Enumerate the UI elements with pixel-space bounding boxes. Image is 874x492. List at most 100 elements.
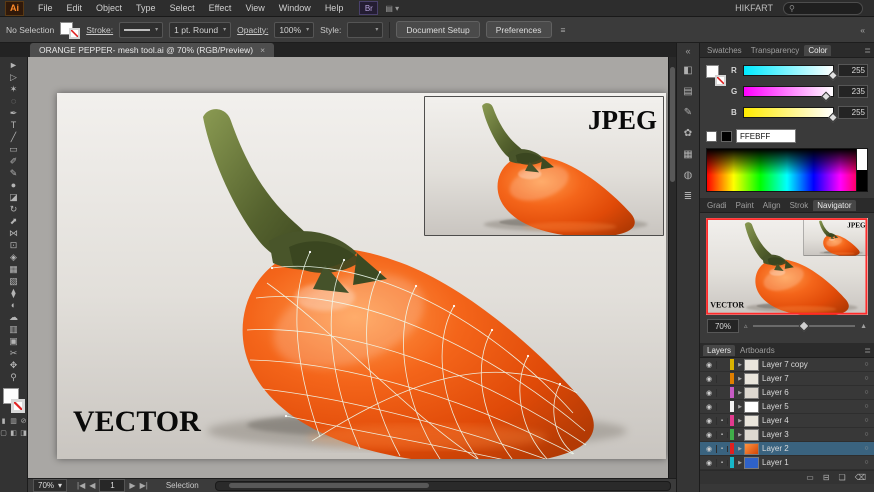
channel-g-knob[interactable] <box>821 92 831 102</box>
artboard-tool[interactable]: ▣ <box>2 335 26 347</box>
opacity-label[interactable]: Opacity: <box>237 25 268 35</box>
pen-tool[interactable]: ✒ <box>2 107 26 119</box>
layer-row-layer-7[interactable]: ◉▶Layer 7○ <box>700 372 874 386</box>
lock-icon[interactable]: ▪ <box>717 460 728 466</box>
zoom-slider-thumb[interactable] <box>798 320 809 331</box>
artboard-number-input[interactable] <box>99 479 125 492</box>
slice-tool[interactable]: ✂ <box>2 347 26 359</box>
menu-item-view[interactable]: View <box>238 3 271 13</box>
rotate-tool[interactable]: ↻ <box>2 203 26 215</box>
white-swatch[interactable] <box>706 131 717 142</box>
lasso-tool[interactable]: ◌ <box>2 95 26 107</box>
last-artboard-button[interactable]: ▶| <box>140 481 148 490</box>
next-artboard-button[interactable]: ▶ <box>129 481 135 490</box>
zoom-dropdown[interactable]: 70% ▾ <box>33 479 67 492</box>
target-circle-icon[interactable]: ○ <box>861 445 872 452</box>
channel-b-slider[interactable] <box>743 107 834 118</box>
delete-layer-icon[interactable]: ⌫ <box>855 473 866 482</box>
zoom-in-icon[interactable]: ▲ <box>860 323 867 330</box>
new-sublayer-icon[interactable]: ⊟ <box>823 473 830 482</box>
visibility-eye-icon[interactable]: ◉ <box>702 431 717 439</box>
dock-links-icon[interactable]: ◍ <box>679 168 697 182</box>
navigator-zoom-value[interactable]: 70% <box>707 319 739 333</box>
target-circle-icon[interactable]: ○ <box>861 403 872 410</box>
shape-builder-tool[interactable]: ◈ <box>2 251 26 263</box>
target-circle-icon[interactable]: ○ <box>861 459 872 466</box>
expand-arrow-icon[interactable]: ▶ <box>736 390 744 396</box>
layer-name[interactable]: Layer 3 <box>762 430 861 439</box>
layer-name[interactable]: Layer 7 <box>762 374 861 383</box>
draw-normal-button[interactable]: ▢ <box>0 429 7 437</box>
illustrator-logo-icon[interactable]: Ai <box>5 1 24 16</box>
document-tab[interactable]: ORANGE PEPPER- mesh tool.ai @ 70% (RGB/P… <box>30 43 274 57</box>
panel-menu-icon[interactable]: ≣ <box>864 46 871 55</box>
search-input[interactable] <box>798 3 857 14</box>
stroke-label[interactable]: Stroke: <box>86 25 113 35</box>
selection-tool[interactable]: ► <box>2 59 26 71</box>
expand-arrow-icon[interactable]: ▶ <box>736 432 744 438</box>
layer-name[interactable]: Layer 5 <box>762 402 861 411</box>
draw-inside-button[interactable]: ◨ <box>20 429 27 437</box>
gradient-tool[interactable]: ▧ <box>2 275 26 287</box>
dock-symbols-icon[interactable]: ✿ <box>679 126 697 140</box>
tab-navigator[interactable]: Navigator <box>813 200 855 211</box>
canvas-area[interactable] <box>28 57 668 478</box>
align-menu-icon[interactable]: ≡ <box>558 25 569 35</box>
tab-swatches[interactable]: Swatches <box>703 45 746 56</box>
opacity-dropdown[interactable]: 100% ▾ <box>274 22 314 38</box>
channel-r-value[interactable]: 255 <box>838 64 868 77</box>
zoom-tool[interactable]: ⚲ <box>2 371 26 383</box>
blob-brush-tool[interactable]: ● <box>2 179 26 191</box>
rectangle-tool[interactable]: ▭ <box>2 143 26 155</box>
expand-arrow-icon[interactable]: ▶ <box>736 404 744 410</box>
lock-icon[interactable]: ▪ <box>717 446 728 452</box>
tab-paint[interactable]: Paint <box>732 200 758 211</box>
mesh-tool[interactable]: ▦ <box>2 263 26 275</box>
visibility-eye-icon[interactable]: ◉ <box>702 445 717 453</box>
layer-name[interactable]: Layer 2 <box>762 444 861 453</box>
visibility-eye-icon[interactable]: ◉ <box>702 389 717 397</box>
menu-item-type[interactable]: Type <box>129 3 163 13</box>
tab-align[interactable]: Align <box>759 200 785 211</box>
dock-swatches-icon[interactable]: ▤ <box>679 84 697 98</box>
navigator-zoom-slider[interactable] <box>753 325 856 327</box>
menu-item-file[interactable]: File <box>31 3 60 13</box>
make-mask-icon[interactable]: ▭ <box>806 473 814 482</box>
bridge-icon[interactable]: Br <box>359 1 378 15</box>
visibility-eye-icon[interactable]: ◉ <box>702 459 717 467</box>
target-circle-icon[interactable]: ○ <box>861 375 872 382</box>
dock-color-icon[interactable]: ◧ <box>679 63 697 77</box>
color-fill-stroke-proxy[interactable] <box>706 64 726 86</box>
channel-g-value[interactable]: 235 <box>838 85 868 98</box>
layer-name[interactable]: Layer 7 copy <box>762 360 861 369</box>
target-circle-icon[interactable]: ○ <box>861 417 872 424</box>
menu-item-object[interactable]: Object <box>89 3 129 13</box>
toolbar-stroke-swatch[interactable] <box>11 399 25 413</box>
stroke-weight-dropdown[interactable]: ▾ <box>119 22 163 38</box>
spectrum-white-swatch[interactable] <box>856 149 867 170</box>
hand-tool[interactable]: ✥ <box>2 359 26 371</box>
menu-item-help[interactable]: Help <box>318 3 351 13</box>
preferences-button[interactable]: Preferences <box>486 21 552 38</box>
lock-icon[interactable]: ▪ <box>717 432 728 438</box>
visibility-eye-icon[interactable]: ◉ <box>702 417 717 425</box>
new-layer-icon[interactable]: ❏ <box>839 473 846 482</box>
spectrum-black-swatch[interactable] <box>856 170 867 191</box>
tab-transparency[interactable]: Transparency <box>747 45 804 56</box>
menu-item-select[interactable]: Select <box>163 3 202 13</box>
magic-wand-tool[interactable]: ✶ <box>2 83 26 95</box>
layer-row-layer-2[interactable]: ◉▪▶Layer 2○ <box>700 442 874 456</box>
style-dropdown[interactable]: ▾ <box>347 22 383 38</box>
document-setup-button[interactable]: Document Setup <box>396 21 479 38</box>
visibility-eye-icon[interactable]: ◉ <box>702 403 717 411</box>
panel-menu-icon[interactable]: ≣ <box>864 346 871 355</box>
channel-r-slider[interactable] <box>743 65 834 76</box>
channel-g-slider[interactable] <box>743 86 834 97</box>
tab-gradi[interactable]: Gradi <box>703 200 731 211</box>
layer-name[interactable]: Layer 1 <box>762 458 861 467</box>
scale-tool[interactable]: ⬈ <box>2 215 26 227</box>
previous-artboard-button[interactable]: ◀ <box>89 481 95 490</box>
expand-arrow-icon[interactable]: ▶ <box>736 362 744 368</box>
color-spectrum[interactable] <box>706 148 868 192</box>
none-button[interactable]: ⊘ <box>20 417 27 425</box>
